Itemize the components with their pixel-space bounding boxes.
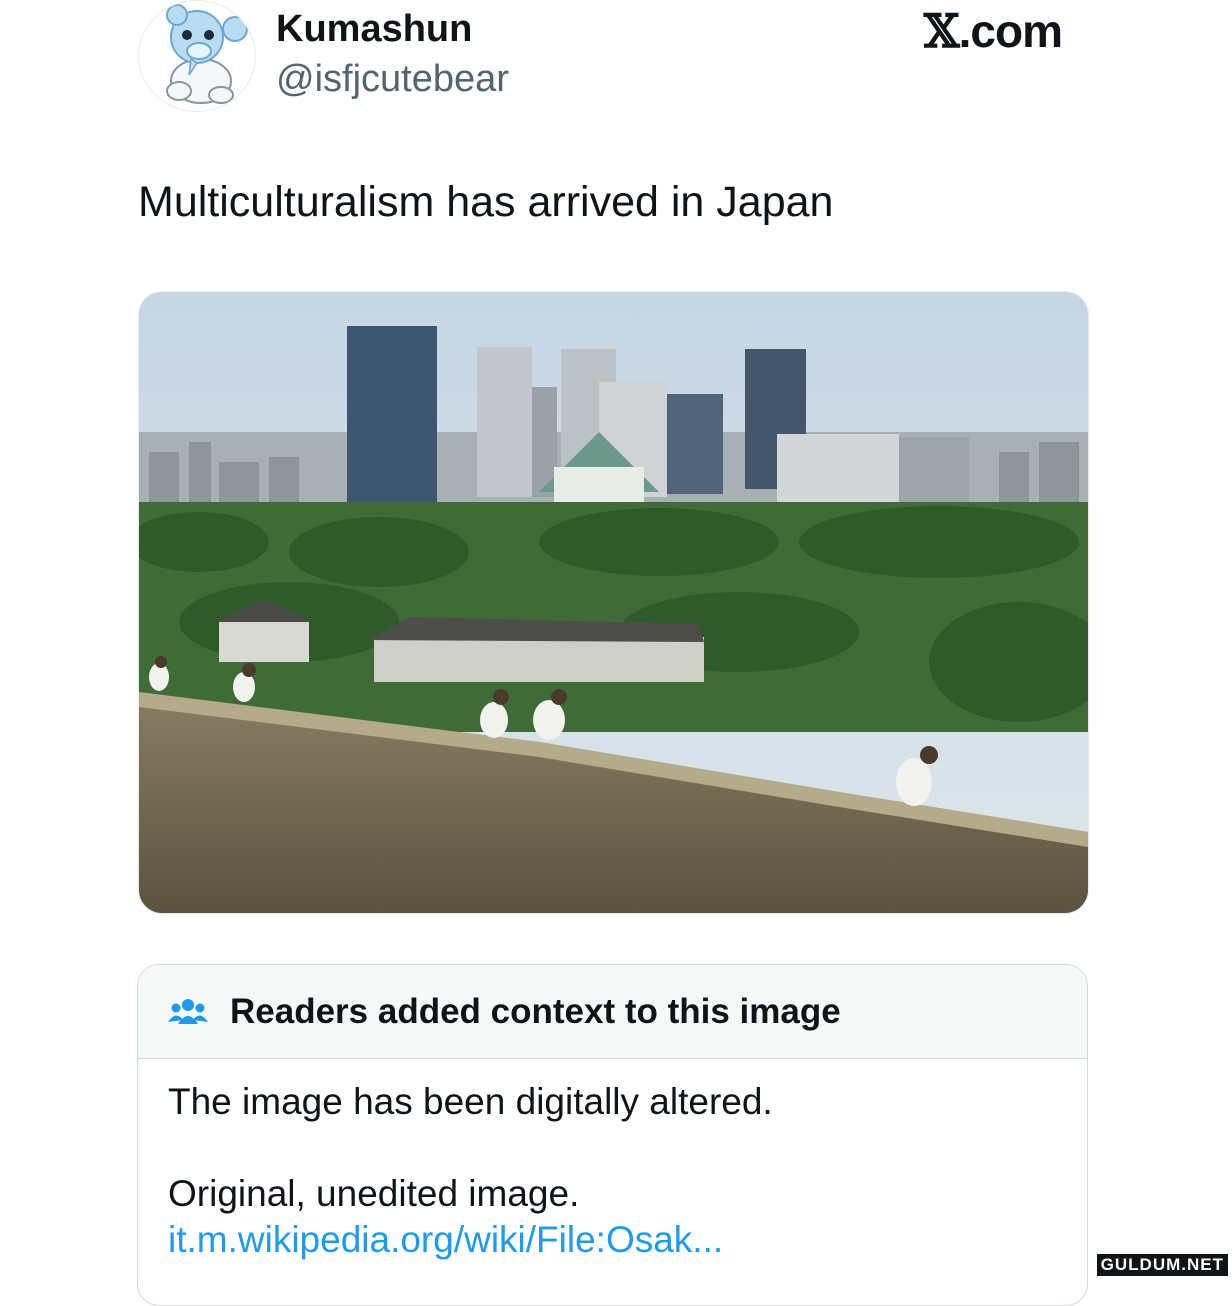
community-note-title: Readers added context to this image bbox=[230, 991, 841, 1031]
watermark: GULDUM.NET bbox=[1096, 1254, 1228, 1276]
avatar[interactable] bbox=[138, 0, 256, 112]
photo-osaka-castle bbox=[139, 292, 1088, 913]
note-line-2: Original, unedited image. bbox=[168, 1173, 580, 1214]
display-name[interactable]: Kumashun bbox=[276, 8, 472, 51]
brand-suffix: .com bbox=[958, 5, 1063, 57]
bear-plush-icon bbox=[166, 4, 248, 104]
note-source-link[interactable]: it.m.wikipedia.org/wiki/File:Osak... bbox=[168, 1217, 1057, 1263]
community-note-body: The image has been digitally altered. Or… bbox=[138, 1059, 1087, 1283]
user-handle[interactable]: @isfjcutebear bbox=[276, 58, 509, 101]
note-line-1: The image has been digitally altered. bbox=[168, 1081, 773, 1122]
post-text: Multiculturalism has arrived in Japan bbox=[138, 178, 834, 226]
community-note-header: Readers added context to this image bbox=[138, 965, 1087, 1059]
x-brand-icon: 𝕏 bbox=[923, 4, 960, 58]
people-group-icon bbox=[168, 998, 208, 1024]
x-logo: 𝕏.com bbox=[923, 4, 1063, 58]
post-image[interactable] bbox=[138, 291, 1089, 914]
community-note: Readers added context to this image The … bbox=[137, 964, 1088, 1306]
